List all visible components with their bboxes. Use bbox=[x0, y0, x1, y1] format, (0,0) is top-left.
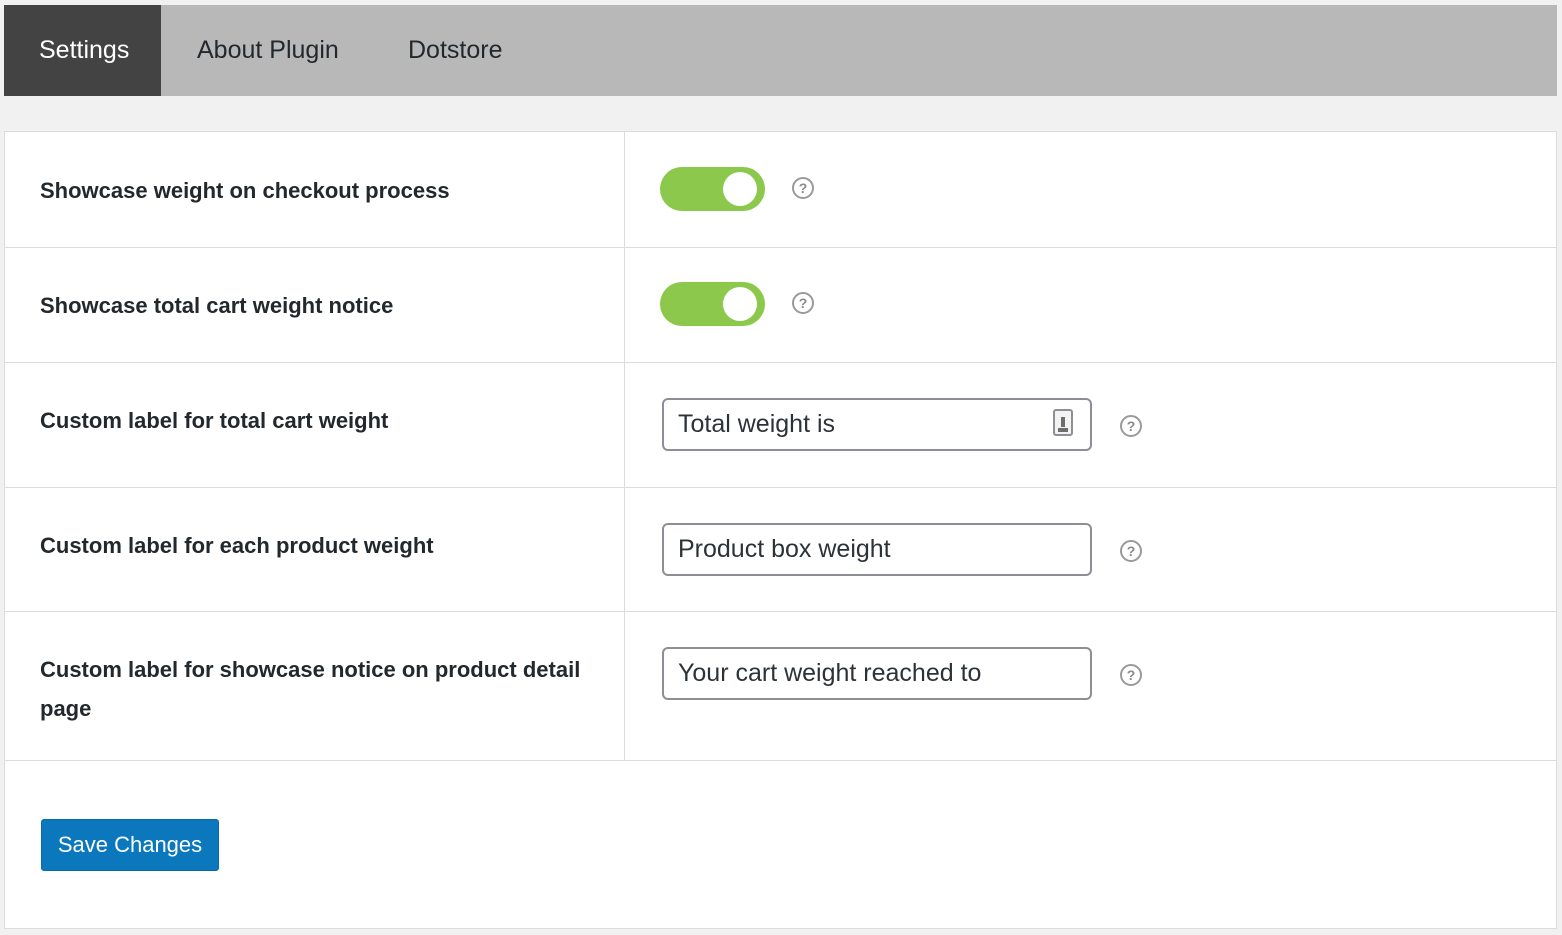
setting-label: Custom label for showcase notice on prod… bbox=[40, 657, 581, 721]
toggle-knob bbox=[723, 172, 757, 206]
product-weight-label-input[interactable] bbox=[662, 523, 1092, 576]
setting-row-notice-label: Custom label for showcase notice on prod… bbox=[5, 612, 1556, 761]
toggle-knob bbox=[723, 287, 757, 321]
total-weight-label-input[interactable] bbox=[662, 398, 1092, 451]
cart-weight-notice-toggle[interactable] bbox=[660, 282, 765, 326]
autofill-contact-icon[interactable] bbox=[1053, 409, 1073, 436]
setting-label: Custom label for total cart weight bbox=[40, 408, 389, 433]
tab-about-plugin[interactable]: About Plugin bbox=[161, 5, 372, 96]
checkout-weight-toggle[interactable] bbox=[660, 167, 765, 211]
help-icon[interactable]: ? bbox=[1120, 664, 1142, 686]
setting-row-product-weight-label: Custom label for each product weight ? bbox=[5, 488, 1556, 612]
save-changes-button[interactable]: Save Changes bbox=[41, 819, 219, 871]
setting-row-total-weight-label: Custom label for total cart weight ? bbox=[5, 363, 1556, 488]
help-icon[interactable]: ? bbox=[792, 292, 814, 314]
help-icon[interactable]: ? bbox=[1120, 415, 1142, 437]
tab-bar: Settings About Plugin Dotstore bbox=[4, 5, 1557, 96]
setting-label: Showcase total cart weight notice bbox=[40, 293, 394, 318]
tab-settings[interactable]: Settings bbox=[4, 5, 161, 96]
help-icon[interactable]: ? bbox=[1120, 540, 1142, 562]
help-icon[interactable]: ? bbox=[792, 177, 814, 199]
settings-panel: Showcase weight on checkout process ? Sh… bbox=[4, 131, 1557, 929]
setting-label: Showcase weight on checkout process bbox=[40, 178, 450, 203]
setting-row-cart-weight-notice: Showcase total cart weight notice ? bbox=[5, 248, 1556, 363]
setting-label: Custom label for each product weight bbox=[40, 533, 434, 558]
tab-dotstore[interactable]: Dotstore bbox=[372, 5, 502, 96]
setting-row-checkout-weight: Showcase weight on checkout process ? bbox=[5, 132, 1556, 248]
notice-label-input[interactable] bbox=[662, 647, 1092, 700]
